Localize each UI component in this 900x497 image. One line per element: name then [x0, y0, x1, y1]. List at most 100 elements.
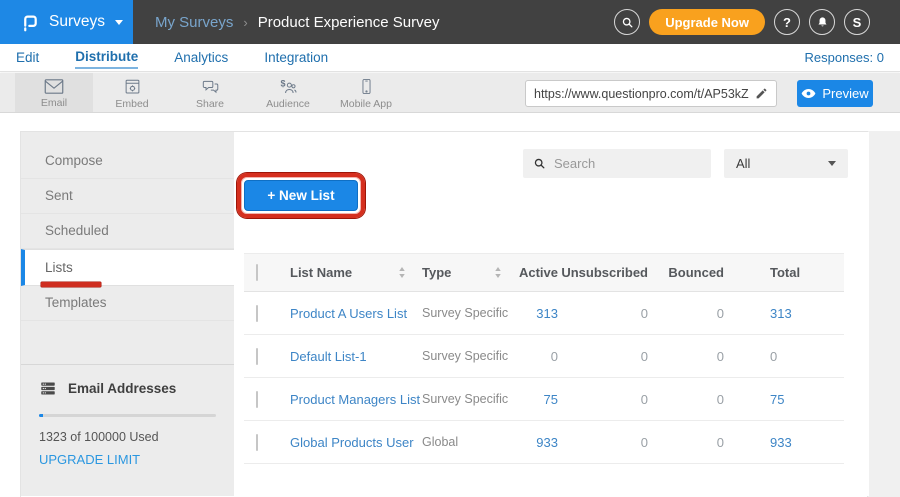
help-button[interactable]: ? — [774, 9, 800, 35]
email-lists-panel: Compose Sent Scheduled Lists Templates E… — [20, 131, 868, 497]
row-checkbox[interactable] — [256, 348, 258, 365]
sidebar-item-templates[interactable]: Templates — [21, 286, 234, 321]
eye-icon — [801, 88, 816, 99]
list-type: Global — [422, 435, 518, 449]
channel-audience[interactable]: $ Audience — [249, 73, 327, 112]
preview-button[interactable]: Preview — [797, 80, 873, 107]
tab-edit[interactable]: Edit — [16, 47, 39, 68]
email-lists-table: List Name Type Active Unsubscribed Bounc… — [244, 253, 844, 464]
avatar[interactable]: S — [844, 9, 870, 35]
channel-embed[interactable]: Embed — [93, 73, 171, 112]
survey-url-field[interactable]: https://www.questionpro.com/t/AP53kZgfo — [525, 80, 777, 107]
col-header-bounced: Bounced — [658, 265, 738, 280]
unsubscribed-count: 0 — [558, 435, 658, 450]
channel-label: Mobile App — [340, 98, 392, 110]
channel-label: Embed — [115, 98, 148, 110]
sidebar-item-lists[interactable]: Lists — [21, 249, 234, 286]
col-header-list-name[interactable]: List Name — [290, 265, 352, 280]
sort-icon[interactable] — [494, 267, 502, 278]
total-count[interactable]: 933 — [738, 435, 844, 450]
page-title: Product Experience Survey — [258, 14, 440, 31]
tab-integration[interactable]: Integration — [264, 47, 328, 68]
search-input[interactable] — [554, 156, 701, 171]
list-search-box[interactable] — [523, 149, 711, 178]
breadcrumb-my-surveys-link[interactable]: My Surveys — [155, 14, 233, 31]
email-usage-progress-fill — [39, 414, 43, 417]
table-row: Global Products User Global 933 0 0 933 — [244, 421, 844, 464]
surveys-menu-label: Surveys — [49, 13, 105, 31]
active-count[interactable]: 313 — [518, 306, 558, 321]
lists-main-panel: All + New List List Name Type Active Uns… — [234, 132, 869, 496]
bounced-count: 0 — [658, 392, 738, 407]
table-row: Default List-1 Survey Specific 0 0 0 0 — [244, 335, 844, 378]
list-type: Survey Specific — [422, 392, 518, 406]
address-list-icon — [39, 380, 57, 397]
list-type: Survey Specific — [422, 306, 518, 320]
sidebar-item-compose[interactable]: Compose — [21, 144, 234, 179]
bounced-count: 0 — [658, 435, 738, 450]
red-annotation-ring: + New List — [237, 173, 365, 218]
row-checkbox[interactable] — [256, 305, 258, 322]
top-bar: Surveys My Surveys › Product Experience … — [0, 0, 900, 44]
edit-url-icon[interactable] — [755, 87, 768, 100]
select-all-checkbox[interactable] — [256, 264, 258, 281]
bounced-count: 0 — [658, 306, 738, 321]
row-checkbox[interactable] — [256, 391, 258, 408]
total-count[interactable]: 0 — [738, 349, 844, 364]
new-list-button[interactable]: + New List — [244, 180, 358, 211]
questionpro-logo-icon — [18, 11, 41, 34]
tab-analytics[interactable]: Analytics — [174, 47, 228, 68]
channel-label: Audience — [266, 98, 310, 110]
unsubscribed-count: 0 — [558, 349, 658, 364]
list-name-link[interactable]: Default List-1 — [290, 349, 422, 364]
chevron-down-icon — [115, 20, 123, 25]
share-icon — [201, 78, 220, 96]
active-count[interactable]: 0 — [518, 349, 558, 364]
list-name-link[interactable]: Product A Users List — [290, 306, 422, 321]
list-name-link[interactable]: Product Managers List — [290, 392, 422, 407]
active-count[interactable]: 933 — [518, 435, 558, 450]
sort-icon[interactable] — [398, 267, 406, 278]
channel-share[interactable]: Share — [171, 73, 249, 112]
channel-email[interactable]: Email — [15, 73, 93, 112]
surveys-menu[interactable]: Surveys — [0, 0, 133, 44]
table-row: Product A Users List Survey Specific 313… — [244, 292, 844, 335]
topbar-actions: Upgrade Now ? S — [614, 9, 900, 35]
sidebar-item-scheduled[interactable]: Scheduled — [21, 214, 234, 249]
search-button[interactable] — [614, 9, 640, 35]
channel-label: Email — [41, 97, 67, 109]
sidebar-item-sent[interactable]: Sent — [21, 179, 234, 214]
list-filter-dropdown[interactable]: All — [724, 149, 848, 178]
tab-distribute[interactable]: Distribute — [75, 46, 138, 69]
preview-label: Preview — [822, 86, 868, 101]
upgrade-now-button[interactable]: Upgrade Now — [649, 9, 765, 35]
email-icon — [44, 78, 64, 95]
table-row: Product Managers List Survey Specific 75… — [244, 378, 844, 421]
email-addresses-section: Email Addresses 1323 of 100000 Used UPGR… — [21, 364, 234, 469]
row-checkbox[interactable] — [256, 434, 258, 451]
responses-count[interactable]: Responses: 0 — [805, 50, 885, 65]
notifications-button[interactable] — [809, 9, 835, 35]
survey-url-text: https://www.questionpro.com/t/AP53kZgfo — [534, 87, 749, 101]
col-header-type[interactable]: Type — [422, 265, 451, 280]
svg-text:$: $ — [281, 78, 286, 88]
total-count[interactable]: 313 — [738, 306, 844, 321]
email-addresses-title: Email Addresses — [68, 381, 176, 396]
email-usage-text: 1323 of 100000 Used — [39, 430, 216, 444]
channel-mobile-app[interactable]: Mobile App — [327, 73, 405, 112]
sidebar-item-label: Lists — [45, 260, 73, 275]
col-header-total: Total — [738, 265, 844, 280]
search-icon — [621, 16, 634, 29]
bell-icon — [816, 16, 829, 29]
list-name-link[interactable]: Global Products User — [290, 435, 422, 450]
col-header-active: Active — [518, 265, 558, 280]
channel-label: Share — [196, 98, 224, 110]
total-count[interactable]: 75 — [738, 392, 844, 407]
active-count[interactable]: 75 — [518, 392, 558, 407]
chevron-down-icon — [828, 161, 836, 166]
upgrade-limit-link[interactable]: UPGRADE LIMIT — [39, 452, 140, 467]
mobile-app-icon — [358, 77, 375, 96]
unsubscribed-count: 0 — [558, 392, 658, 407]
email-sidebar: Compose Sent Scheduled Lists Templates E… — [21, 132, 234, 496]
search-icon — [533, 157, 546, 170]
